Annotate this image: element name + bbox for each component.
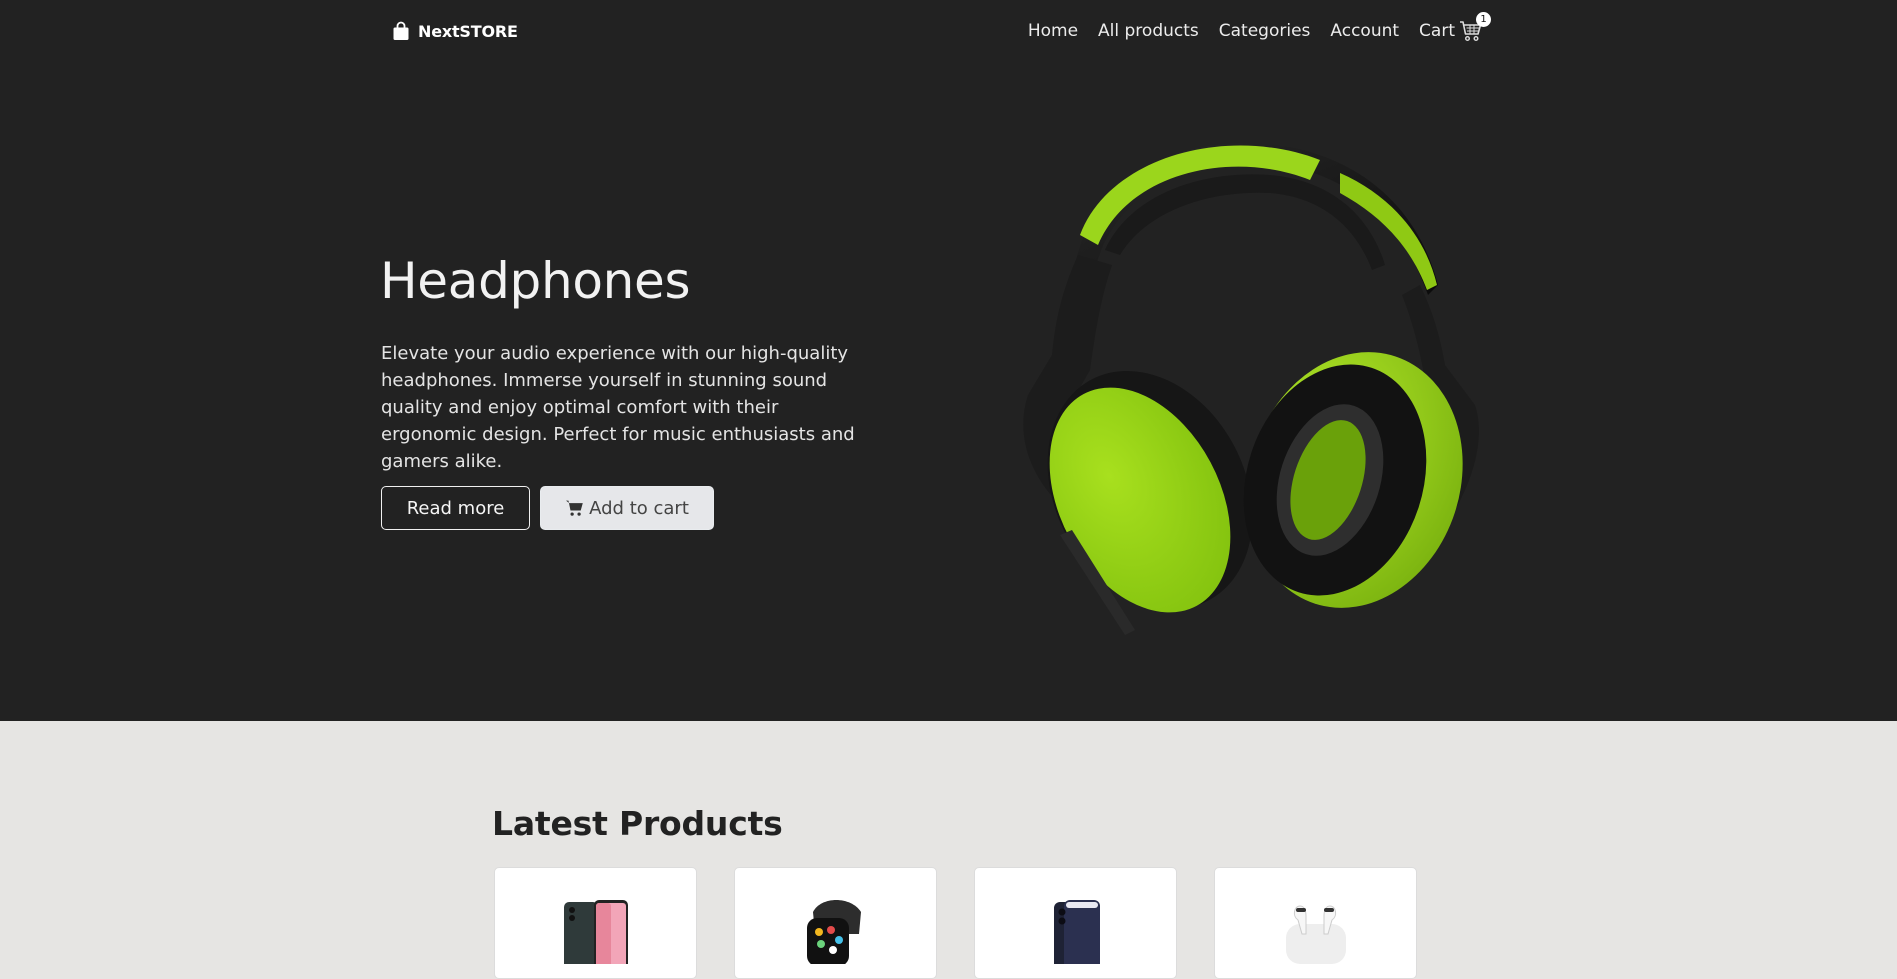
latest-products-title: Latest Products — [492, 804, 783, 843]
iphone-image — [1053, 900, 1100, 964]
smartwatch-image — [806, 900, 861, 964]
add-to-cart-label: Add to cart — [589, 497, 689, 519]
airpods-image — [1285, 905, 1346, 964]
cart-icon-wrap: 1 — [1459, 12, 1491, 42]
cart-icon — [566, 500, 583, 516]
nav-cart[interactable]: Cart 1 — [1419, 12, 1491, 42]
nav-home[interactable]: Home — [1028, 21, 1078, 41]
cart-label: Cart — [1419, 21, 1455, 41]
nav-account[interactable]: Account — [1330, 21, 1399, 41]
brand-logo[interactable]: NextSTORE — [392, 19, 518, 43]
product-card[interactable] — [1214, 867, 1417, 979]
product-grid — [494, 867, 1417, 979]
nav-categories[interactable]: Categories — [1219, 21, 1311, 41]
nav-all-products[interactable]: All products — [1098, 21, 1199, 41]
brand-name: NextSTORE — [418, 21, 518, 41]
hero-actions: Read more Add to cart — [381, 486, 714, 530]
add-to-cart-button[interactable]: Add to cart — [540, 486, 714, 530]
product-card[interactable] — [974, 867, 1177, 979]
headphones-image — [1023, 142, 1479, 635]
read-more-button[interactable]: Read more — [381, 486, 530, 530]
hero-description: Elevate your audio experience with our h… — [381, 343, 855, 472]
hero-section: NextSTORE Home All products Categories A… — [0, 0, 1897, 721]
hero-title: Headphones — [380, 252, 691, 310]
product-card[interactable] — [734, 867, 937, 979]
product-card[interactable] — [494, 867, 697, 979]
cart-count-badge: 1 — [1476, 12, 1491, 27]
shopping-bag-icon — [393, 21, 409, 40]
main-nav: Home All products Categories Account Car… — [1028, 12, 1491, 46]
smartphone-image — [563, 900, 628, 964]
